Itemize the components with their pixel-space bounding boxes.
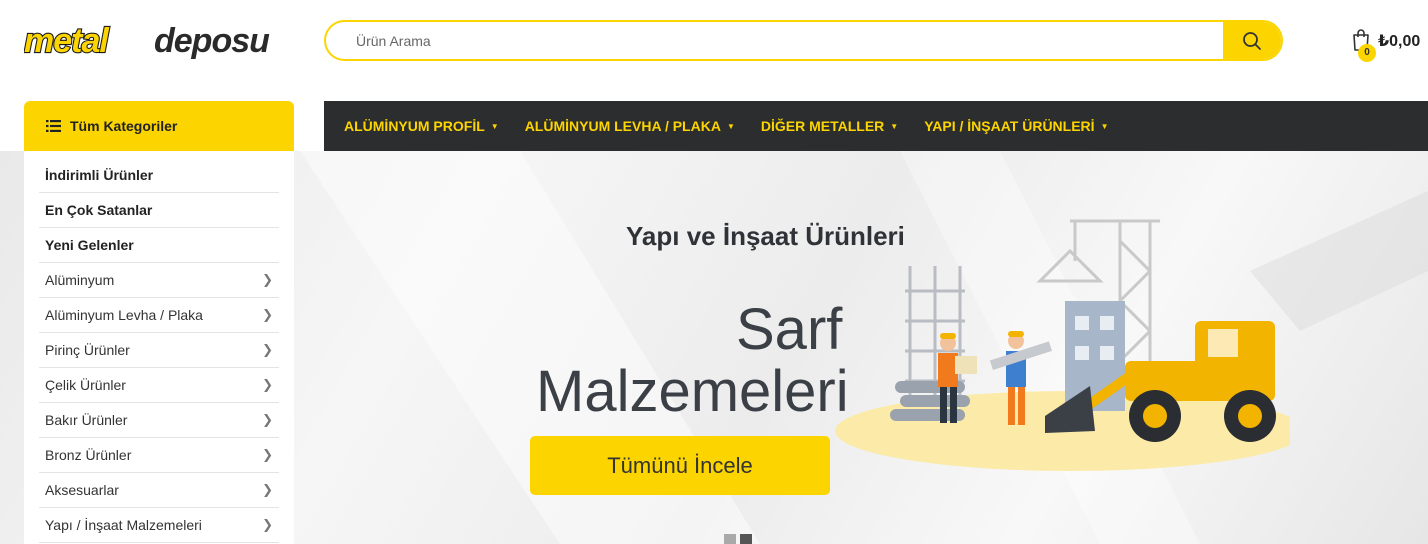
sidebar-item-label: Bronz Ürünler — [45, 447, 132, 463]
sidebar-item-label: Aksesuarlar — [45, 482, 119, 498]
caret-down-icon: ▼ — [490, 121, 499, 131]
chevron-right-icon: ❯ — [262, 517, 273, 532]
sidebar-item-bakir[interactable]: Bakır Ürünler ❯ — [39, 403, 279, 438]
nav-item-aluminyum-profil[interactable]: ALÜMİNYUM PROFİL ▼ — [344, 118, 499, 134]
search-input[interactable] — [356, 22, 1216, 59]
site-logo[interactable]: metal deposu — [24, 22, 296, 68]
main-nav: ALÜMİNYUM PROFİL ▼ ALÜMİNYUM LEVHA / PLAK… — [324, 101, 1428, 151]
chevron-right-icon: ❯ — [262, 272, 273, 287]
caret-down-icon: ▼ — [890, 121, 899, 131]
sidebar-item-label: Pirinç Ürünler — [45, 342, 130, 358]
chevron-right-icon: ❯ — [262, 412, 273, 427]
sidebar-item-label: Bakır Ürünler — [45, 412, 128, 428]
sidebar-item-aluminyum[interactable]: Alüminyum ❯ — [39, 263, 279, 298]
nav-item-diger-metaller[interactable]: DİĞER METALLER ▼ — [761, 118, 898, 134]
cart-total: ₺0,00 — [1378, 33, 1421, 50]
search-icon — [1243, 31, 1261, 50]
cart-button[interactable]: 0 ₺0,00 — [1350, 26, 1428, 66]
nav-item-yapi-insaat[interactable]: YAPI / İNŞAAT ÜRÜNLERİ ▼ — [924, 118, 1108, 134]
sidebar-item-label: Çelik Ürünler — [45, 377, 126, 393]
sidebar-item-label: Yeni Gelenler — [45, 237, 134, 253]
site-header: metal deposu 0 ₺0,00 — [0, 0, 1428, 90]
slider-dot-active[interactable] — [740, 534, 752, 544]
sidebar-item-aksesuarlar[interactable]: Aksesuarlar ❯ — [39, 473, 279, 508]
sidebar-item-aluminyum-levha[interactable]: Alüminyum Levha / Plaka ❯ — [39, 298, 279, 333]
svg-text:deposu: deposu — [154, 22, 270, 60]
sidebar-item-pirinc[interactable]: Pirinç Ürünler ❯ — [39, 333, 279, 368]
sidebar-item-label: İndirimli Ürünler — [45, 167, 154, 183]
chevron-right-icon: ❯ — [262, 447, 273, 462]
sidebar-item-indirimli[interactable]: İndirimli Ürünler — [39, 158, 279, 193]
all-categories-button[interactable]: Tüm Kategoriler — [24, 101, 294, 151]
sidebar-item-yapi-insaat[interactable]: Yapı / İnşaat Malzemeleri ❯ — [39, 508, 279, 543]
cart-count-badge: 0 — [1358, 44, 1376, 62]
all-categories-label: Tüm Kategoriler — [70, 118, 178, 134]
category-sidebar: İndirimli Ürünler En Çok Satanlar Yeni G… — [24, 151, 294, 544]
nav-item-aluminyum-levha[interactable]: ALÜMİNYUM LEVHA / PLAKA ▼ — [525, 118, 735, 134]
sidebar-item-label: Yapı / İnşaat Malzemeleri — [45, 517, 202, 533]
sidebar-item-bronz[interactable]: Bronz Ürünler ❯ — [39, 438, 279, 473]
sidebar-item-label: En Çok Satanlar — [45, 202, 153, 218]
caret-down-icon: ▼ — [726, 121, 735, 131]
caret-down-icon: ▼ — [1100, 121, 1109, 131]
sidebar-item-celik[interactable]: Çelik Ürünler ❯ — [39, 368, 279, 403]
sidebar-item-en-cok-satanlar[interactable]: En Çok Satanlar — [39, 193, 279, 228]
nav-item-label: DİĞER METALLER — [760, 118, 885, 134]
nav-item-label: ALÜMİNYUM PROFİL — [344, 118, 485, 134]
svg-text:metal: metal — [24, 22, 110, 60]
chevron-right-icon: ❯ — [262, 482, 273, 497]
hero-heading-line1: Sarf — [736, 297, 843, 362]
chevron-right-icon: ❯ — [262, 377, 273, 392]
chevron-right-icon: ❯ — [262, 307, 273, 322]
sidebar-item-yeni-gelenler[interactable]: Yeni Gelenler — [39, 228, 279, 263]
nav-item-label: ALÜMİNYUM LEVHA / PLAKA — [524, 118, 721, 134]
list-icon — [46, 120, 61, 132]
hero-heading-line2: Malzemeleri — [536, 359, 849, 424]
nav-item-label: YAPI / İNŞAAT ÜRÜNLERİ — [924, 118, 1095, 134]
search-bar — [324, 20, 1283, 61]
slider-dots — [724, 534, 752, 544]
sidebar-item-label: Alüminyum — [45, 272, 115, 288]
chevron-right-icon: ❯ — [262, 342, 273, 357]
slider-dot[interactable] — [724, 534, 736, 544]
construction-illustration — [835, 219, 1290, 471]
view-all-button[interactable]: Tümünü İncele — [530, 436, 830, 495]
sidebar-item-label: Alüminyum Levha / Plaka — [45, 307, 203, 323]
search-button[interactable] — [1223, 22, 1281, 59]
